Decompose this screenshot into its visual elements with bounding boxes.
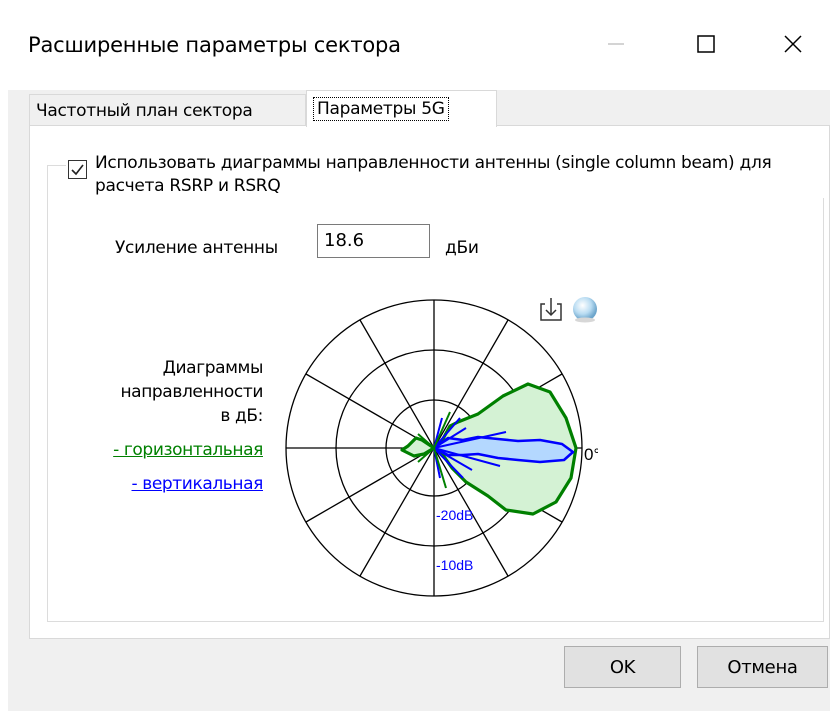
legend-title-line1: Диаграммы: [162, 358, 264, 378]
gain-unit: дБи: [445, 238, 479, 258]
tab-5g-parameters[interactable]: Параметры 5G: [306, 90, 497, 127]
use-patterns-option[interactable]: Использовать диаграммы направленности ан…: [66, 152, 828, 198]
gain-input[interactable]: 18.6: [317, 224, 430, 258]
ring-label-minus20: -20dB: [436, 507, 473, 523]
horizontal-pattern-link[interactable]: - горизонтальная: [113, 440, 263, 460]
use-patterns-checkbox[interactable]: [68, 160, 87, 179]
globe-3d-icon[interactable]: [570, 294, 600, 324]
tab-panel: Использовать диаграммы направленности ан…: [29, 125, 830, 639]
tab-frequency-plan[interactable]: Частотный план сектора: [29, 94, 306, 126]
gain-label: Усиление антенны: [115, 238, 278, 258]
title-bar: Расширенные параметры сектора: [0, 0, 830, 90]
legend-title-line3: в дБ:: [220, 406, 263, 426]
maximize-button[interactable]: [676, 18, 736, 70]
legend-title-line2: направленности: [120, 382, 263, 402]
checkmark-icon: [71, 164, 84, 176]
cancel-button[interactable]: Отмена: [697, 646, 828, 688]
close-button[interactable]: [763, 18, 823, 70]
close-icon: [784, 35, 802, 53]
use-patterns-label: Использовать диаграммы направленности ан…: [95, 152, 821, 198]
window-title: Расширенные параметры сектора: [28, 33, 401, 57]
minimize-icon: [608, 43, 624, 45]
save-download-icon[interactable]: [539, 296, 563, 322]
dialog-client-area: Частотный план сектора Параметры 5G Испо…: [8, 90, 830, 711]
maximize-icon: [697, 35, 715, 53]
polar-pattern-chart: 0° -20dB -10dB: [285, 299, 598, 597]
tab-label: Параметры 5G: [313, 97, 449, 121]
ring-label-minus10: -10dB: [436, 557, 473, 573]
ok-button[interactable]: OK: [564, 646, 681, 688]
vertical-pattern-link[interactable]: - вертикальная: [132, 474, 264, 494]
angle-label-0: 0°: [584, 445, 598, 464]
tab-label: Частотный план сектора: [36, 100, 253, 121]
minimize-button[interactable]: [586, 18, 646, 70]
